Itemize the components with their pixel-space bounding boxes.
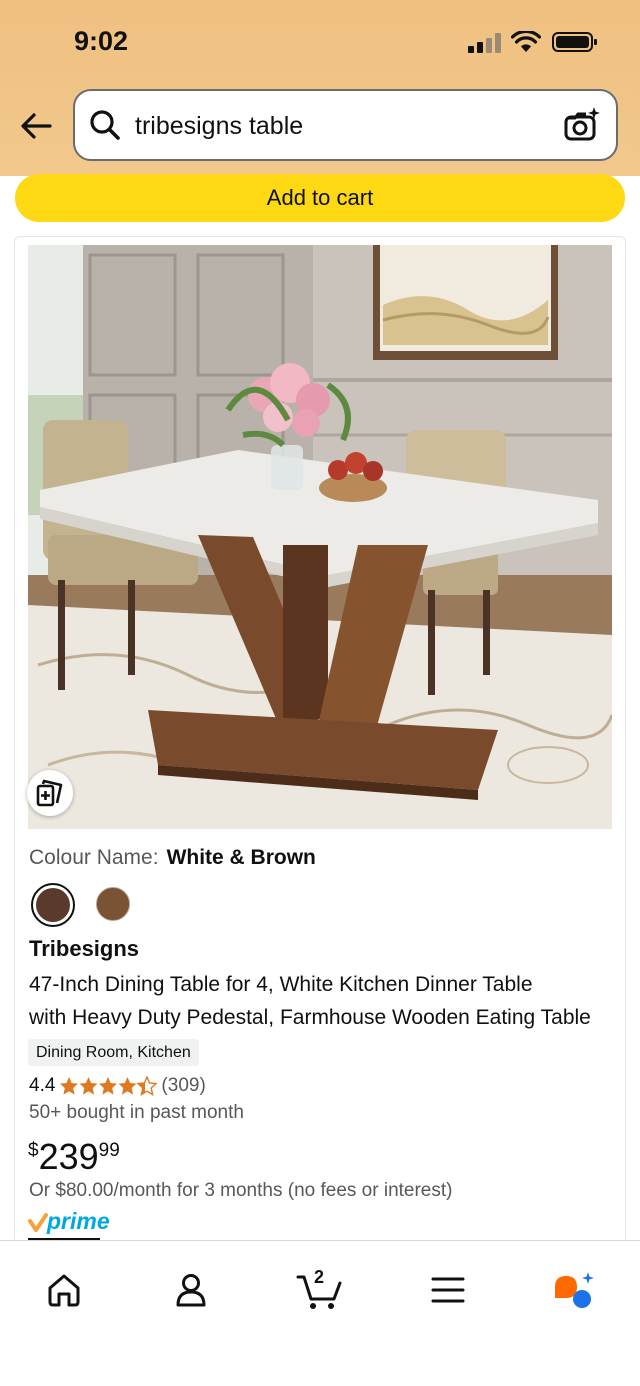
- prime-label: prime: [46, 1208, 110, 1234]
- bottom-nav: 2: [0, 1240, 640, 1386]
- search-icon: [90, 110, 120, 140]
- rating-row[interactable]: 4.4 (309): [29, 1075, 206, 1097]
- status-time: 9:02: [74, 26, 129, 56]
- price-whole: 239: [38, 1136, 99, 1177]
- rating-value: 4.4: [29, 1075, 56, 1096]
- wifi-icon: [511, 31, 541, 52]
- colour-name: Colour Name: White & Brown: [29, 846, 316, 870]
- search-query: tribesigns table: [135, 112, 304, 140]
- battery-icon: [552, 32, 597, 52]
- prime-badge: prime: [28, 1208, 110, 1234]
- camera-icon[interactable]: [562, 105, 602, 145]
- menu-icon: [431, 1277, 465, 1303]
- cart-count: 2: [314, 1267, 325, 1287]
- rufus-icon: [555, 1272, 594, 1308]
- product-title[interactable]: 47-Inch Dining Table for 4, White Kitche…: [29, 968, 619, 1034]
- nav-cart[interactable]: 2: [295, 1265, 345, 1315]
- product-title-line-2: with Heavy Duty Pedestal, Farmhouse Wood…: [29, 1006, 591, 1029]
- room-tag: Dining Room, Kitchen: [28, 1039, 199, 1066]
- product-brand[interactable]: Tribesigns: [29, 936, 139, 962]
- instalment-offer: Or $80.00/month for 3 months (no fees or…: [29, 1180, 453, 1201]
- nav-rufus[interactable]: [550, 1265, 600, 1315]
- back-arrow-icon[interactable]: [18, 108, 54, 144]
- product-image[interactable]: [28, 245, 612, 829]
- price: $23999: [28, 1136, 120, 1178]
- rating-count[interactable]: (309): [161, 1075, 205, 1097]
- colour-label: Colour Name:: [29, 846, 159, 869]
- header: 9:02 tribesigns table: [0, 0, 640, 176]
- colour-swatch-brown[interactable]: [96, 887, 130, 921]
- view-in-room-button[interactable]: [27, 770, 73, 816]
- account-icon: [176, 1274, 206, 1307]
- star-rating-icon: [60, 1076, 158, 1096]
- nav-account[interactable]: [166, 1265, 216, 1315]
- price-fraction: 99: [98, 1140, 120, 1161]
- nav-home[interactable]: [39, 1265, 89, 1315]
- view-in-room-icon: [36, 779, 63, 807]
- signal-icon: [468, 33, 501, 53]
- add-to-cart-button[interactable]: Add to cart: [15, 174, 625, 222]
- bought-count: 50+ bought in past month: [29, 1102, 244, 1123]
- colour-value: White & Brown: [166, 846, 316, 869]
- search-input[interactable]: tribesigns table: [73, 89, 618, 161]
- nav-menu[interactable]: [423, 1265, 473, 1315]
- product-title-line-1: 47-Inch Dining Table for 4, White Kitche…: [29, 973, 533, 996]
- colour-swatch-white-brown[interactable]: [31, 883, 75, 927]
- home-icon: [48, 1274, 80, 1307]
- price-symbol: $: [28, 1140, 39, 1161]
